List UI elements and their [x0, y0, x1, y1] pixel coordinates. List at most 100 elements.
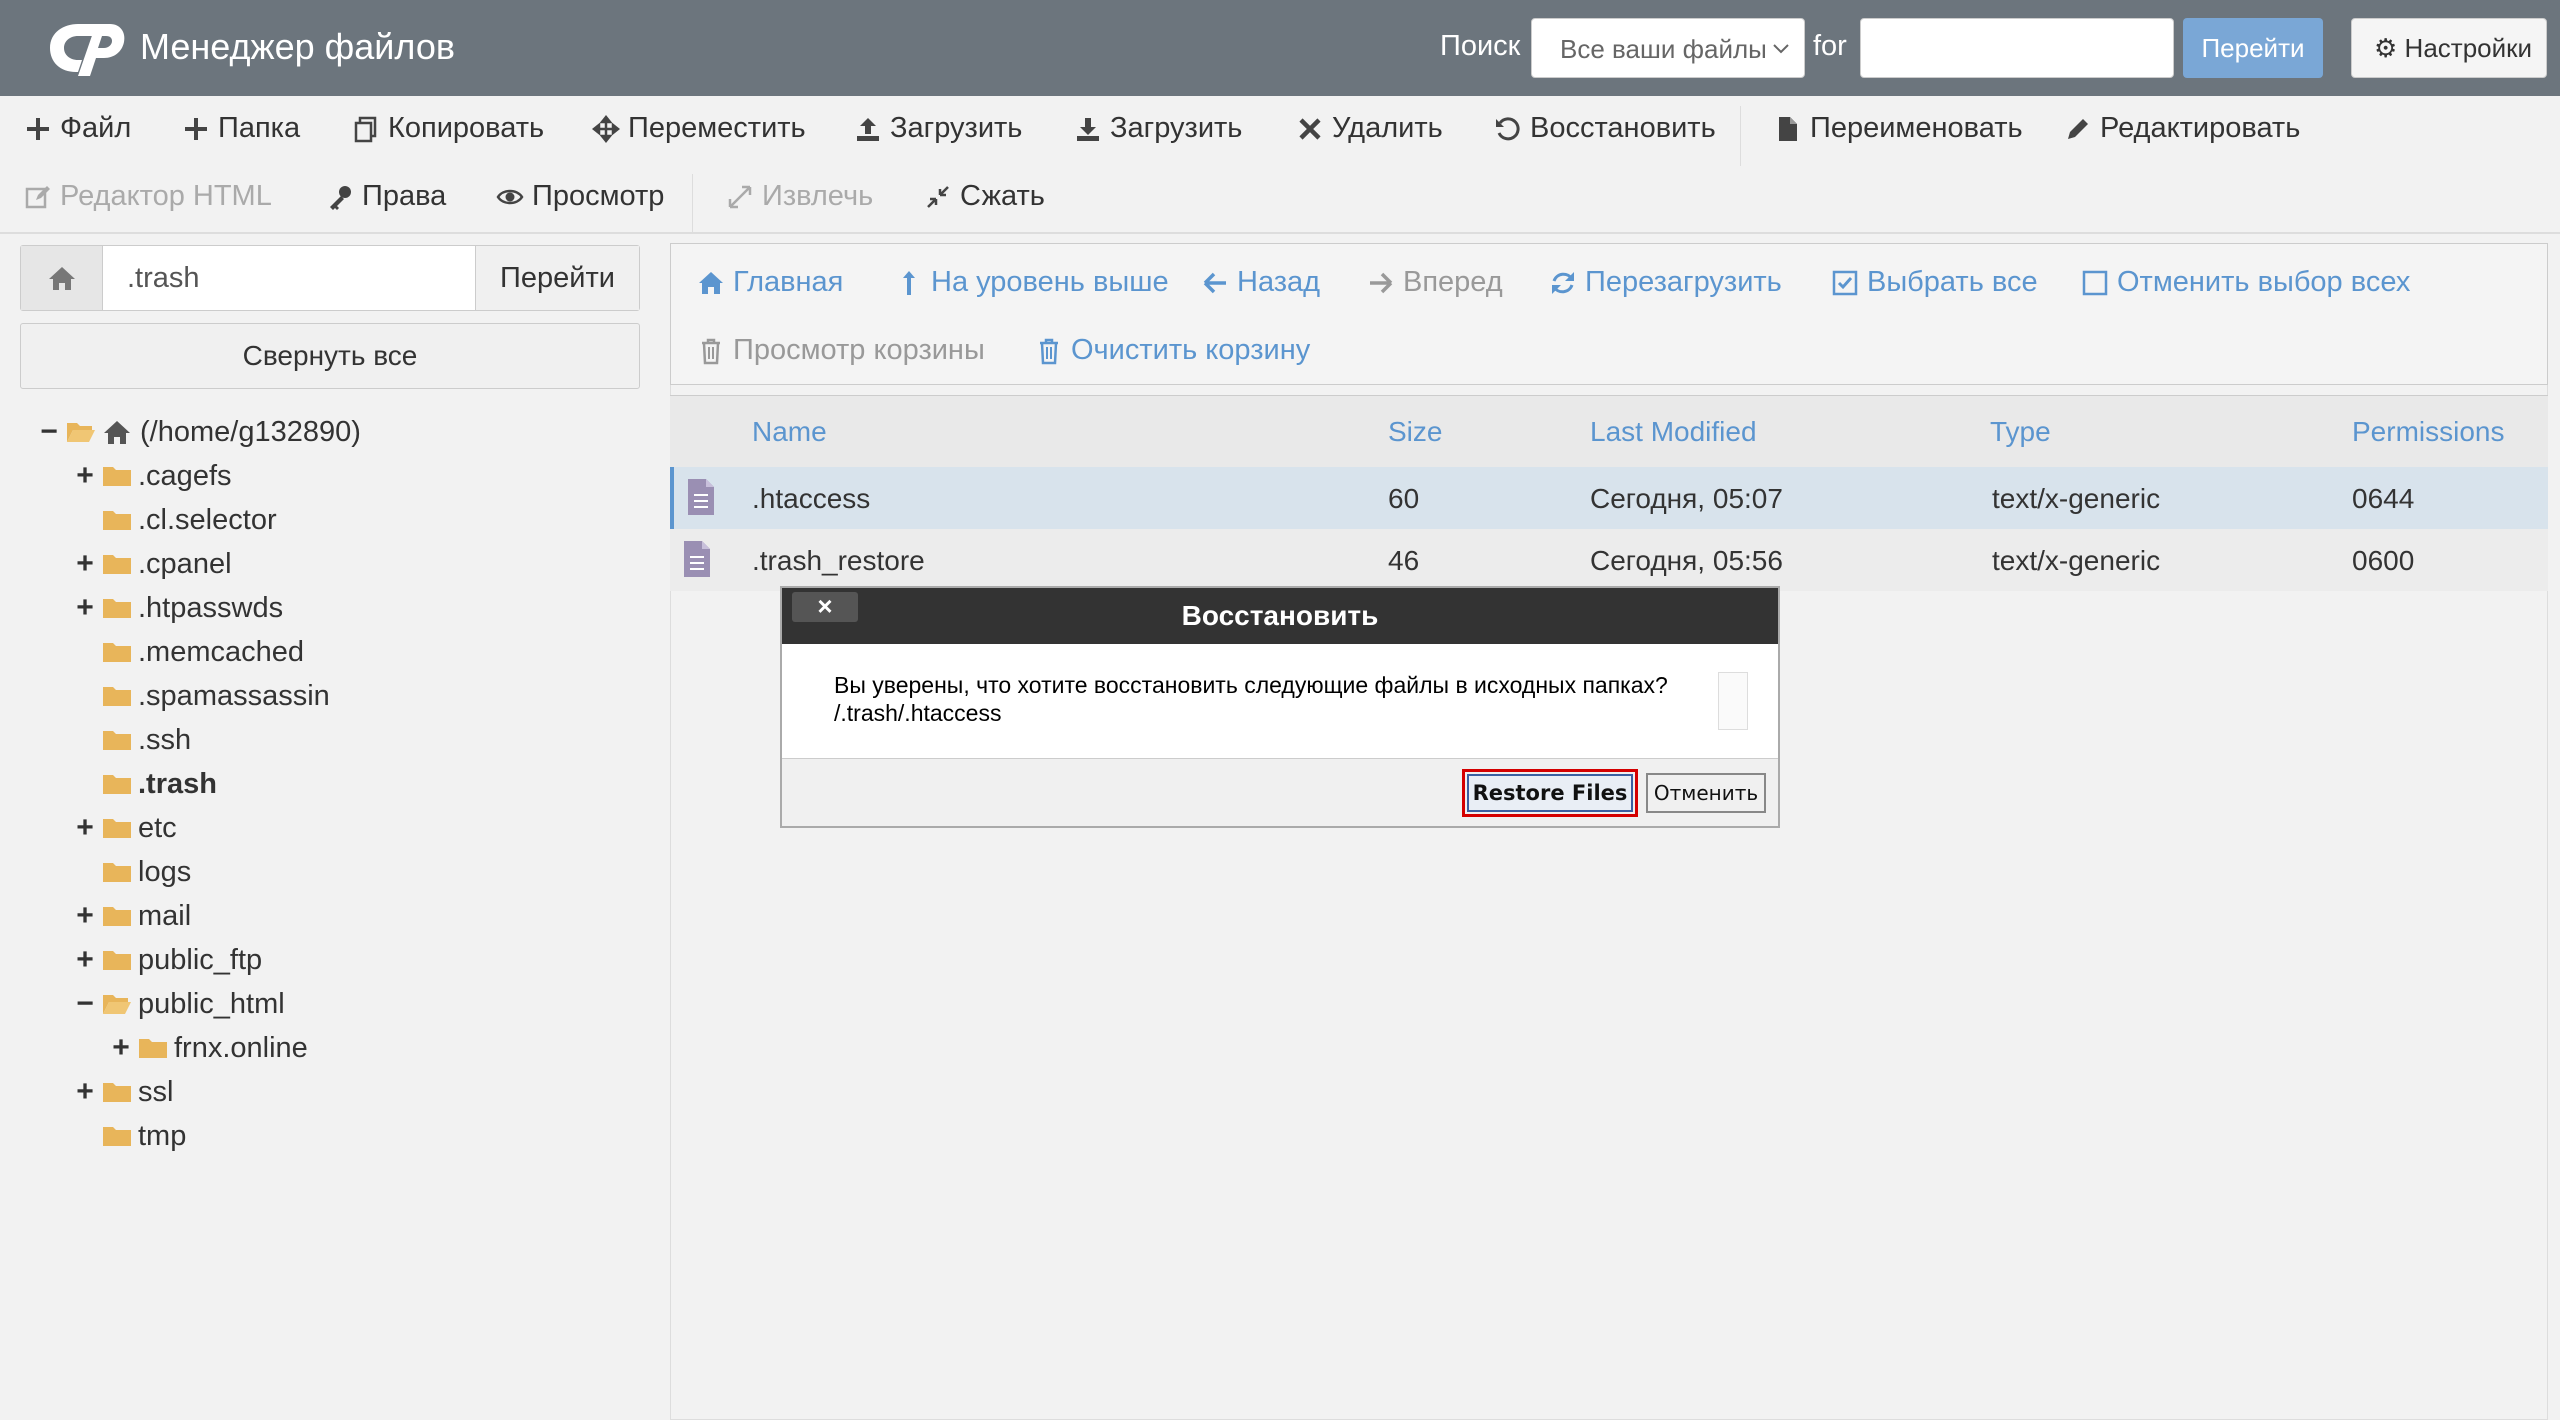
tree-item-mail[interactable]: + mail — [74, 896, 191, 936]
nav-up-button[interactable]: На уровень выше — [895, 266, 1169, 299]
file-name: .htaccess — [752, 483, 871, 514]
empty-trash-button[interactable]: Очистить корзину — [1035, 334, 1310, 367]
tree-item-cagefs[interactable]: + .cagefs — [74, 456, 232, 496]
deselect-all-button[interactable]: Отменить выбор всех — [2081, 266, 2410, 299]
select-all-button[interactable]: Выбрать все — [1831, 266, 2038, 299]
path-go-button[interactable]: Перейти — [475, 246, 639, 310]
dialog-scrollbar[interactable] — [1718, 672, 1748, 730]
tree-item-label: tmp — [138, 1119, 187, 1152]
tree-item-label: public_html — [138, 987, 285, 1020]
edit-button[interactable]: Редактировать — [2064, 112, 2300, 145]
tree-item-label: etc — [138, 811, 177, 844]
extract-label: Извлечь — [762, 180, 874, 212]
expand-toggle[interactable]: + — [74, 547, 96, 581]
tree-item-label: frnx.online — [174, 1031, 308, 1064]
checkbox-empty-icon — [2082, 270, 2108, 295]
folder-icon — [103, 599, 131, 618]
file-text-icon — [688, 479, 714, 515]
tree-item-label: .trash — [138, 767, 217, 800]
tree-item-etc[interactable]: + etc — [74, 808, 177, 848]
download-button[interactable]: Загрузить — [1074, 112, 1242, 145]
search-input[interactable] — [1860, 18, 2174, 78]
tree-item-home[interactable]: − (/home/g132890) — [38, 412, 361, 452]
expand-toggle[interactable]: + — [74, 459, 96, 493]
folder-open-icon — [103, 995, 131, 1014]
tree-item-ssl[interactable]: + ssl — [74, 1072, 173, 1112]
tree-item-cpanel[interactable]: + .cpanel — [74, 544, 231, 584]
navigation-bar: Главная На уровень выше Назад Вперед Пер… — [670, 243, 2548, 385]
rename-button[interactable]: Переименовать — [1774, 112, 2023, 145]
collapse-toggle[interactable]: − — [38, 415, 60, 449]
nav-back-button[interactable]: Назад — [1201, 266, 1320, 299]
restore-files-button[interactable]: Restore Files — [1462, 769, 1638, 817]
deselect-all-label: Отменить выбор всех — [2117, 266, 2411, 298]
tree-item-public-ftp[interactable]: + public_ftp — [74, 940, 262, 980]
toolbar: Файл Папка Копировать Переместить Загруз… — [0, 96, 2560, 234]
refresh-icon — [1552, 271, 1574, 294]
tree-item-htpasswds[interactable]: + .htpasswds — [74, 588, 283, 628]
nav-up-label: На уровень выше — [931, 266, 1169, 298]
expand-toggle[interactable]: + — [74, 591, 96, 625]
close-icon[interactable]: × — [792, 592, 858, 622]
tree-item-label: .cagefs — [138, 459, 232, 492]
column-name-header[interactable]: Name — [752, 416, 827, 448]
extract-button[interactable]: Извлечь — [726, 180, 873, 213]
column-modified-header[interactable]: Last Modified — [1590, 416, 1757, 448]
delete-button[interactable]: Удалить — [1296, 112, 1443, 145]
compress-label: Сжать — [960, 180, 1045, 212]
move-button[interactable]: Переместить — [592, 112, 806, 145]
nav-home-button[interactable]: Главная — [697, 266, 843, 299]
search-go-button[interactable]: Перейти — [2183, 18, 2323, 78]
path-input[interactable]: .trash — [127, 262, 200, 295]
cancel-button[interactable]: Отменить — [1646, 773, 1766, 813]
new-folder-button[interactable]: Папка — [182, 112, 300, 145]
folder-icon — [103, 863, 131, 882]
collapse-toggle[interactable]: − — [74, 987, 96, 1021]
tree-item-logs[interactable]: logs — [74, 852, 191, 892]
undo-icon — [1496, 116, 1520, 140]
tree-item-ssh[interactable]: .ssh — [74, 720, 191, 760]
expand-toggle[interactable]: + — [74, 811, 96, 845]
tree-item-cl-selector[interactable]: .cl.selector — [74, 500, 277, 540]
file-size: 46 — [1388, 545, 1420, 576]
view-button[interactable]: Просмотр — [496, 180, 664, 213]
tree-item-frnx-online[interactable]: + frnx.online — [110, 1028, 308, 1068]
table-row[interactable]: .htaccess 60 Сегодня, 05:07 text/x-gener… — [670, 467, 2548, 529]
settings-label: Настройки — [2404, 33, 2533, 63]
column-size-header[interactable]: Size — [1388, 416, 1442, 448]
file-size: 60 — [1388, 483, 1420, 514]
new-file-button[interactable]: Файл — [24, 112, 131, 145]
tree-item-trash[interactable]: .trash — [74, 764, 217, 804]
pencil-icon — [2068, 118, 2088, 139]
tree-item-spamassassin[interactable]: .spamassassin — [74, 676, 330, 716]
expand-toggle[interactable]: + — [74, 943, 96, 977]
tree-item-label: mail — [138, 899, 192, 932]
nav-forward-button[interactable]: Вперед — [1367, 266, 1503, 299]
column-type-header[interactable]: Type — [1990, 416, 2051, 448]
copy-icon — [354, 116, 377, 142]
compress-button[interactable]: Сжать — [924, 180, 1045, 213]
permissions-button[interactable]: Права — [326, 180, 446, 213]
tree-item-memcached[interactable]: .memcached — [74, 632, 304, 672]
view-trash-button[interactable]: Просмотр корзины — [697, 334, 985, 367]
expand-toggle[interactable]: + — [110, 1031, 132, 1065]
copy-button[interactable]: Копировать — [352, 112, 544, 145]
column-permissions-header[interactable]: Permissions — [2352, 416, 2504, 448]
tree-item-public-html[interactable]: − public_html — [74, 984, 285, 1024]
cpanel-logo-icon[interactable] — [40, 18, 126, 78]
tree-item-tmp[interactable]: tmp — [74, 1116, 186, 1156]
folder-icon — [103, 467, 131, 486]
html-editor-button[interactable]: Редактор HTML — [24, 180, 272, 213]
table-row[interactable]: .trash_restore 46 Сегодня, 05:56 text/x-… — [670, 529, 2548, 591]
edit-label: Редактировать — [2100, 112, 2301, 144]
nav-reload-button[interactable]: Перезагрузить — [1549, 266, 1782, 299]
collapse-all-button[interactable]: Свернуть все — [20, 323, 640, 389]
expand-toggle[interactable]: + — [74, 1075, 96, 1109]
restore-button[interactable]: Восстановить — [1494, 112, 1716, 145]
settings-button[interactable]: ⚙ Настройки — [2351, 18, 2547, 78]
upload-button[interactable]: Загрузить — [854, 112, 1022, 145]
folder-icon — [139, 1039, 167, 1058]
search-scope-select[interactable]: Все ваши файлы — [1531, 18, 1805, 78]
expand-toggle[interactable]: + — [74, 899, 96, 933]
home-icon[interactable] — [21, 246, 103, 310]
